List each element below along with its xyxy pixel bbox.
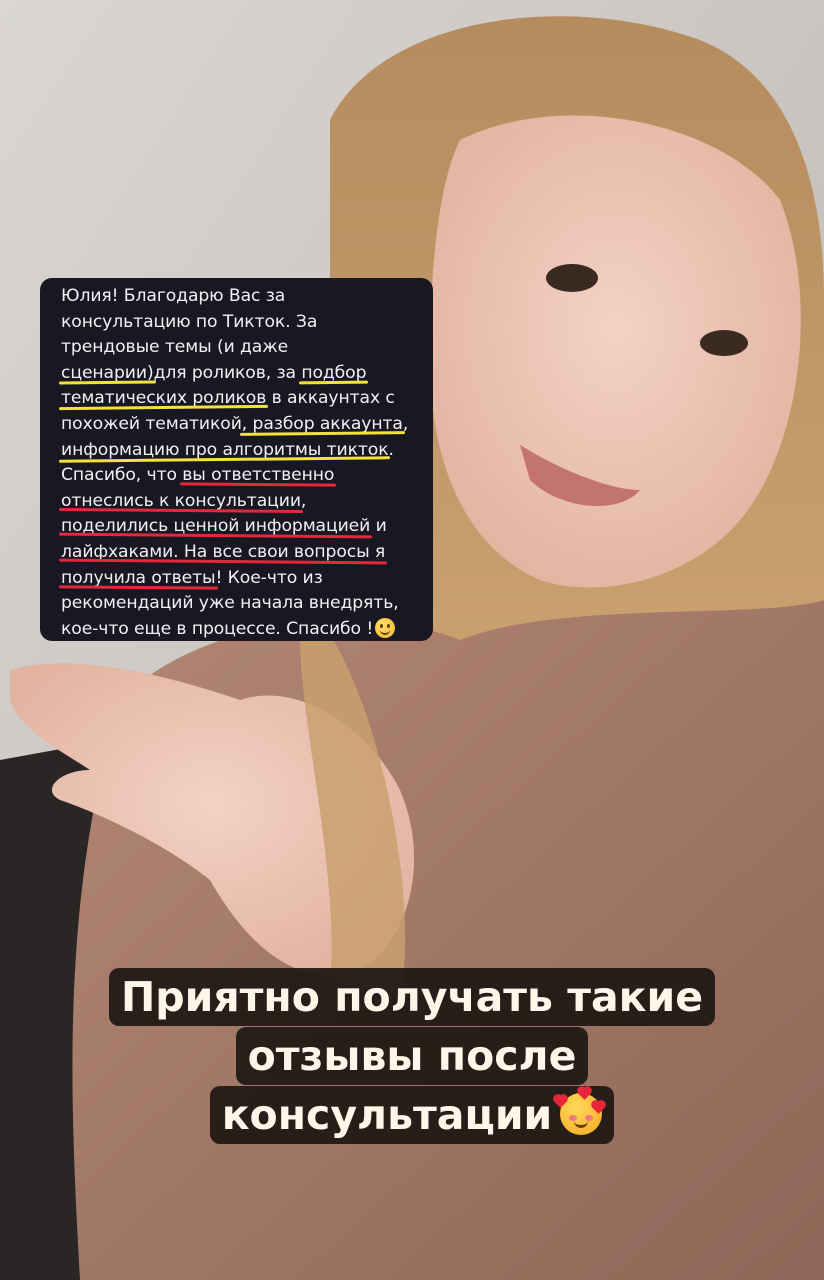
review-text: похожей тематикой (61, 413, 242, 434)
review-text: в аккаунтах с (266, 388, 395, 409)
review-line: трендовые темы (и даже (61, 335, 423, 361)
review-text: ! Кое-что из (215, 567, 323, 588)
smiling-face-with-hearts-icon (554, 1087, 606, 1135)
caption-line-3: консультации (209, 1086, 615, 1144)
highlight-yellow-underline: информацию про алгоритмы тикток (61, 439, 389, 460)
review-text: и (370, 516, 387, 537)
review-line: кое-что еще в процессе. Спасибо ! (61, 617, 423, 641)
review-line: отнеслись к консультации, (61, 489, 423, 515)
review-text: , (300, 490, 307, 511)
caption-line-3-text: консультации (221, 1091, 553, 1139)
highlight-red-underline: вы ответственно (182, 465, 335, 486)
review-text: кое-что еще в процессе. Спасибо ! (61, 618, 374, 639)
highlight-yellow-underline: подбор (301, 362, 367, 383)
review-line: тематических роликов в аккаунтах с (61, 386, 423, 412)
story-caption: Приятно получать такие отзывы после конс… (0, 968, 824, 1145)
highlight-yellow-underline: сценарии) (61, 362, 154, 383)
right-eye (700, 330, 748, 356)
review-line: информацию про алгоритмы тикток. (61, 438, 423, 464)
smiley-icon (375, 617, 396, 638)
review-line: сценарии)для роликов, за подбор (61, 361, 423, 387)
review-line: лайфхаками. На все свои вопросы я (61, 540, 423, 566)
review-line: рекомендаций уже начала внедрять, (61, 591, 423, 617)
review-line: похожей тематикой, разбор аккаунта, (61, 412, 423, 438)
review-text: рекомендаций уже начала внедрять, (61, 593, 399, 614)
review-text: для роликов, за (153, 362, 302, 383)
highlight-red-underline: лайфхаками. На все свои вопросы я (61, 541, 386, 562)
caption-line-1: Приятно получать такие (108, 968, 716, 1026)
review-text: Юлия! Благодарю Вас за (61, 286, 286, 306)
review-text: Спасибо, что (61, 465, 183, 486)
review-screenshot-card: Юлия! Благодарю Вас за консультацию по Ти… (40, 278, 433, 641)
highlight-yellow-underline: тематических роликов (61, 388, 267, 409)
review-line: Юлия! Благодарю Вас за (61, 284, 423, 310)
review-line: поделились ценной информацией и (61, 514, 423, 540)
review-text: трендовые темы (и даже (61, 337, 289, 358)
review-line: получила ответы! Кое-что из (61, 566, 423, 592)
highlight-yellow-underline: , разбор аккаунта (241, 413, 403, 434)
review-text: консультацию по Тикток. За (61, 311, 318, 332)
highlight-red-underline: получила ответы (61, 567, 216, 588)
caption-line-2: отзывы после (235, 1027, 589, 1085)
left-eye (546, 264, 598, 292)
review-line: консультацию по Тикток. За (61, 310, 423, 336)
highlight-red-underline: отнеслись к консультации (61, 490, 301, 511)
review-line: Спасибо, что вы ответственно (61, 463, 423, 489)
highlight-red-underline: поделились ценной информацией (61, 516, 371, 537)
